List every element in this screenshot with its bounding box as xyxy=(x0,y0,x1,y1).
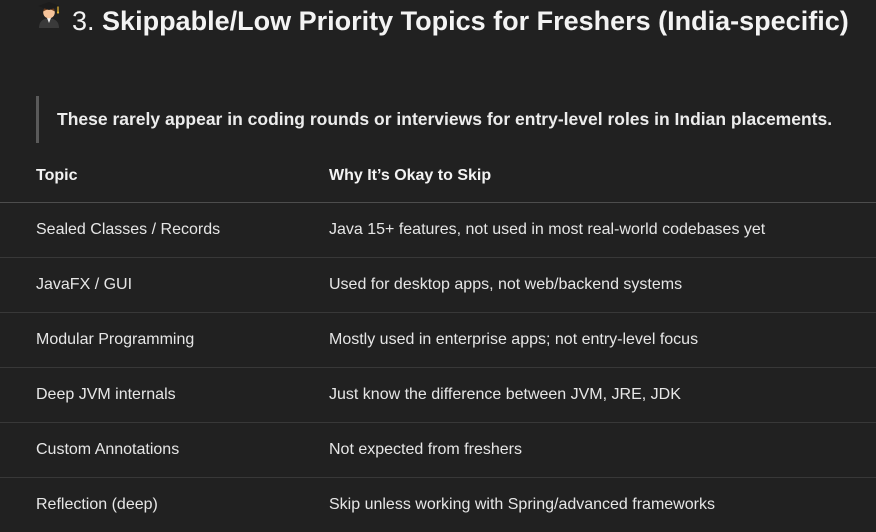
table-row: Deep JVM internals Just know the differe… xyxy=(0,368,876,423)
topic-cell: Reflection (deep) xyxy=(0,478,329,532)
table-row: Reflection (deep) Skip unless working wi… xyxy=(0,478,876,532)
table-row: JavaFX / GUI Used for desktop apps, not … xyxy=(0,258,876,313)
reason-cell: Java 15+ features, not used in most real… xyxy=(329,203,876,258)
reason-cell: Skip unless working with Spring/advanced… xyxy=(329,478,876,532)
topic-cell: Custom Annotations xyxy=(0,423,329,478)
section-title: Skippable/Low Priority Topics for Freshe… xyxy=(102,6,849,36)
section-number: 3. xyxy=(72,6,95,36)
column-header-reason: Why It’s Okay to Skip xyxy=(329,150,876,203)
topic-cell: Deep JVM internals xyxy=(0,368,329,423)
table-row: Sealed Classes / Records Java 15+ featur… xyxy=(0,203,876,258)
reason-cell: Not expected from freshers xyxy=(329,423,876,478)
table-header-row: Topic Why It’s Okay to Skip xyxy=(0,150,876,203)
topics-table: Topic Why It’s Okay to Skip Sealed Class… xyxy=(0,150,876,532)
topic-cell: Modular Programming xyxy=(0,313,329,368)
topic-cell: JavaFX / GUI xyxy=(0,258,329,313)
reason-cell: Mostly used in enterprise apps; not entr… xyxy=(329,313,876,368)
note-text: These rarely appear in coding rounds or … xyxy=(57,109,832,130)
reason-cell: Used for desktop apps, not web/backend s… xyxy=(329,258,876,313)
topic-cell: Sealed Classes / Records xyxy=(0,203,329,258)
table-row: Custom Annotations Not expected from fre… xyxy=(0,423,876,478)
column-header-topic: Topic xyxy=(0,150,329,203)
blockquote-note: These rarely appear in coding rounds or … xyxy=(36,96,876,143)
table-row: Modular Programming Mostly used in enter… xyxy=(0,313,876,368)
section-heading: 3. Skippable/Low Priority Topics for Fre… xyxy=(36,2,866,42)
reason-cell: Just know the difference between JVM, JR… xyxy=(329,368,876,423)
student-emoji-icon xyxy=(36,1,62,39)
